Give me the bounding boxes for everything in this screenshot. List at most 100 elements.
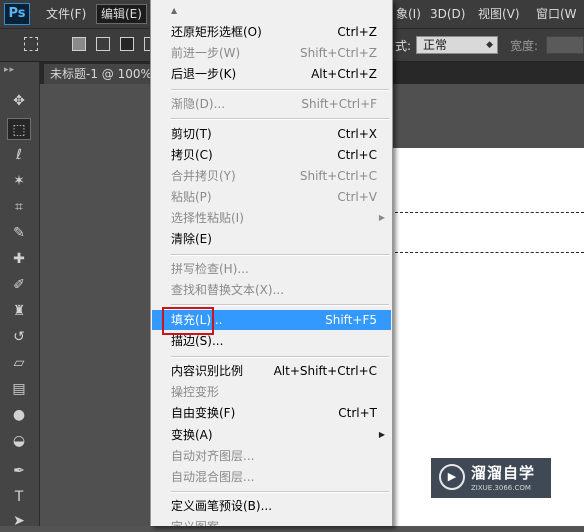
menu-3d[interactable]: 3D(D) [426,4,469,24]
menu-separator [171,491,389,493]
blur-tool-icon[interactable]: ● [7,404,31,426]
menu-item-label: 自动对齐图层... [171,449,255,463]
menu-item-label: 自由变换(F) [171,406,236,420]
magic-wand-tool-icon[interactable]: ✶ [7,170,31,192]
scroll-up-arrow-icon[interactable]: ▲ [171,6,177,15]
style-select[interactable]: 正常 ◆ [416,36,498,54]
menu-item-shortcut: Alt+Shift+Ctrl+C [273,364,377,378]
type-tool-icon[interactable]: T [7,486,31,508]
menu-item-label: 合并拷贝(Y) [171,169,236,183]
menu-item-undo[interactable]: 还原矩形选框(O) Ctrl+Z [152,22,391,42]
menu-item-label: 查找和替换文本(X)... [171,283,285,297]
pen-tool-icon[interactable]: ✒ [7,460,31,482]
marquee-preset-icon[interactable] [24,37,38,51]
eyedropper-tool-icon[interactable]: ✎ [7,222,31,244]
menu-item-paste[interactable]: 粘贴(P) Ctrl+V [152,187,391,207]
subtract-selection-icon[interactable] [120,37,134,51]
menu-item-step-forward[interactable]: 前进一步(W) Shift+Ctrl+Z [152,43,391,63]
new-selection-icon[interactable] [72,37,86,51]
move-tool-icon[interactable]: ✥ [7,90,31,112]
menu-item-shortcut: Alt+Ctrl+Z [311,67,377,81]
menu-image[interactable]: 象(I) [392,4,425,24]
menu-separator [171,304,389,306]
width-label: 宽度: [510,39,539,53]
gradient-tool-icon[interactable]: ▤ [7,378,31,400]
dodge-tool-icon[interactable]: ◒ [7,430,31,452]
menu-item-shortcut: Ctrl+V [337,190,377,204]
menu-item-shortcut: Shift+Ctrl+F [301,97,377,111]
menu-item-label: 拼写检查(H)... [171,262,249,276]
submenu-arrow-icon: ▶ [378,430,385,439]
menu-item-label: 定义图案... [171,517,230,526]
toolbox-grip-icon[interactable]: ▸▸ [4,65,15,75]
watermark-url: ZIXUE.3066.COM [471,484,531,492]
menu-item-shortcut: Shift+Ctrl+C [299,169,377,183]
menu-item-copy[interactable]: 拷贝(C) Ctrl+C [152,145,391,165]
selection-marquee-bottom [390,252,584,253]
menu-item-label: 选择性粘贴(I) [171,211,244,225]
menu-item-content-aware-scale[interactable]: 内容识别比例 Alt+Shift+Ctrl+C [152,361,391,381]
menu-item-shortcut: Ctrl+Z [337,25,377,39]
document-tab[interactable]: 未标题-1 @ 100% [44,64,164,84]
path-selection-tool-icon[interactable]: ➤ [7,510,31,532]
healing-brush-tool-icon[interactable]: ✚ [7,248,31,270]
menu-item-step-backward[interactable]: 后退一步(K) Alt+Ctrl+Z [152,64,391,84]
menu-view[interactable]: 视图(V) [474,4,524,24]
menu-separator [171,356,389,358]
menu-item-fade[interactable]: 渐隐(D)... Shift+Ctrl+F [152,94,391,114]
style-label: 式: [395,39,412,53]
menu-separator [171,89,389,91]
selection-marquee-top [390,212,584,213]
menu-item-shortcut: Shift+F5 [325,313,377,327]
menu-item-paste-special[interactable]: 选择性粘贴(I) ▶ [152,208,391,228]
photoshop-logo: Ps [4,3,30,25]
menu-item-label: 清除(E) [171,232,212,246]
play-logo-icon: ▶ [439,464,465,490]
menu-item-define-pattern[interactable]: 定义图案... [152,517,391,526]
menu-file[interactable]: 文件(F) [42,4,90,24]
menu-separator [171,254,389,256]
menu-item-auto-blend-layers[interactable]: 自动混合图层... [152,467,391,487]
menu-item-clear[interactable]: 清除(E) [152,229,391,249]
menu-item-check-spelling[interactable]: 拼写检查(H)... [152,259,391,279]
eraser-tool-icon[interactable]: ▱ [7,352,31,374]
menu-window[interactable]: 窗口(W [532,4,581,24]
style-select-value: 正常 [423,38,448,52]
crop-tool-icon[interactable]: ⌗ [7,196,31,218]
menu-item-label: 后退一步(K) [171,67,237,81]
menu-item-label: 定义画笔预设(B)... [171,499,273,513]
menu-item-copy-merged[interactable]: 合并拷贝(Y) Shift+Ctrl+C [152,166,391,186]
menu-item-label: 剪切(T) [171,127,212,141]
menu-item-puppet-warp[interactable]: 操控变形 [152,382,391,402]
menu-item-transform[interactable]: 变换(A) ▶ [152,425,391,445]
lasso-tool-icon[interactable]: ℓ [7,144,31,166]
submenu-arrow-icon: ▶ [378,213,385,222]
chevron-updown-icon: ◆ [486,40,493,50]
menu-item-auto-align-layers[interactable]: 自动对齐图层... [152,446,391,466]
watermark: ▶ 溜溜自学 ZIXUE.3066.COM [431,458,551,498]
menu-item-label: 前进一步(W) [171,46,241,60]
add-to-selection-icon[interactable] [96,37,110,51]
width-input[interactable] [546,36,584,54]
menu-item-free-transform[interactable]: 自由变换(F) Ctrl+T [152,403,391,423]
menu-edit[interactable]: 编辑(E) [96,4,147,24]
menu-item-label: 自动混合图层... [171,470,255,484]
menu-item-label: 操控变形 [171,385,220,399]
menu-item-shortcut: Ctrl+T [338,406,377,420]
history-brush-tool-icon[interactable]: ↺ [7,326,31,348]
menu-separator [171,118,389,120]
toolbox: ▸▸ ✥ ⬚ ℓ ✶ ⌗ ✎ ✚ ✐ ♜ ↺ ▱ ▤ ● ◒ ✒ T ➤ [0,62,40,529]
menu-item-label: 粘贴(P) [171,190,212,204]
menu-item-label: 渐隐(D)... [171,97,226,111]
clone-stamp-tool-icon[interactable]: ♜ [7,300,31,322]
brush-tool-icon[interactable]: ✐ [7,274,31,296]
menu-item-find-replace[interactable]: 查找和替换文本(X)... [152,280,391,300]
menu-item-label: 拷贝(C) [171,148,213,162]
menu-item-shortcut: Ctrl+C [337,148,377,162]
menu-item-define-brush-preset[interactable]: 定义画笔预设(B)... [152,496,391,516]
menu-item-label: 变换(A) [171,428,213,442]
rectangular-marquee-tool-icon[interactable]: ⬚ [7,118,31,140]
menu-item-cut[interactable]: 剪切(T) Ctrl+X [152,124,391,144]
menu-item-label: 还原矩形选框(O) [171,25,262,39]
edit-dropdown-menu: ▲ 还原矩形选框(O) Ctrl+Z 前进一步(W) Shift+Ctrl+Z … [150,0,393,526]
